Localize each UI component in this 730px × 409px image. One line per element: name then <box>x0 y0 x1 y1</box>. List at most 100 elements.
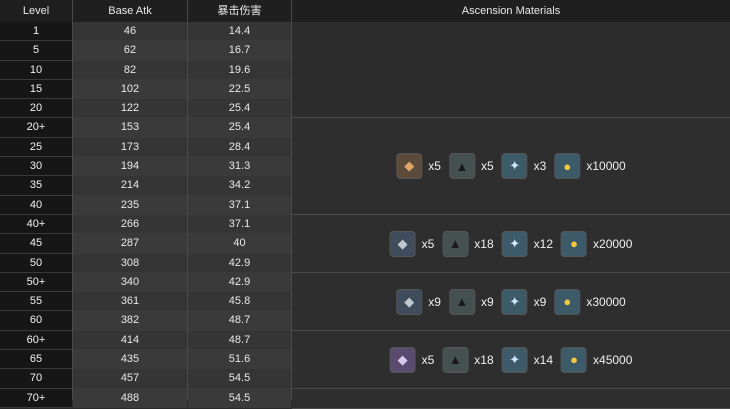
bronze-mask-icon: ◆ <box>396 153 423 179</box>
level-cell: 40 <box>0 195 72 215</box>
level-cell: 5 <box>0 41 72 61</box>
crit-dmg-cell: 54.5 <box>188 388 291 408</box>
crit-dmg-column: 14.4 16.7 19.6 22.5 25.4 25.4 28.4 31.3 34.2 37.1… <box>188 22 291 408</box>
level-cell: 50 <box>0 253 72 273</box>
ascension-block: ◆ x9 ▲ x9 ✦ x9 ● x30000 <box>292 273 730 331</box>
base-atk-cell: 173 <box>73 137 187 158</box>
crit-dmg-cell: 42.9 <box>188 272 291 293</box>
material-item[interactable]: ✦ x9 <box>501 288 547 315</box>
crit-dmg-cell: 54.5 <box>188 369 291 389</box>
material-item[interactable]: ● x20000 <box>561 230 633 257</box>
level-cell: 70+ <box>0 388 72 408</box>
level-cell: 45 <box>0 234 72 254</box>
material-quantity: x5 <box>421 352 435 367</box>
header-ascension: Ascension Materials <box>461 5 561 17</box>
blue-crystal-icon: ✦ <box>501 346 528 373</box>
level-cell: 35 <box>0 176 72 196</box>
crit-dmg-cell: 45.8 <box>188 292 291 312</box>
material-item[interactable]: ◆ x5 <box>396 153 441 179</box>
material-item[interactable]: ✦ x12 <box>501 230 554 257</box>
material-item[interactable]: ✦ x3 <box>501 153 547 179</box>
material-item[interactable]: ● x10000 <box>554 153 626 179</box>
crit-dmg-cell: 48.7 <box>188 330 291 351</box>
material-item[interactable]: ▲ x18 <box>442 230 494 257</box>
level-column: 1 5 10 15 20 20+ 25 30 35 40 40+ 45 50 50+ 55 60 60+ 65 70… <box>0 22 72 408</box>
crit-dmg-cell: 28.4 <box>188 137 291 158</box>
material-item[interactable]: ◆ x5 <box>389 346 435 373</box>
header-level: Level <box>22 5 50 17</box>
material-quantity: x10000 <box>586 159 626 173</box>
base-atk-cell: 488 <box>73 388 187 408</box>
level-cell: 70 <box>0 369 72 389</box>
ascension-block <box>292 22 730 118</box>
material-quantity: x30000 <box>586 294 626 309</box>
material-quantity: x3 <box>533 159 547 173</box>
black-feather-icon: ▲ <box>448 153 475 179</box>
crit-dmg-cell: 22.5 <box>188 79 291 100</box>
material-item[interactable]: ◆ x9 <box>396 288 441 315</box>
grey-mask-icon: ◆ <box>389 230 416 257</box>
base-atk-column: 46 62 82 102 122 153 173 194 214 235 266 287 308 340 3… <box>73 22 187 408</box>
base-atk-cell: 153 <box>73 118 187 138</box>
base-atk-cell: 82 <box>73 60 187 80</box>
black-feather-icon: ▲ <box>448 288 475 315</box>
crit-dmg-cell: 25.4 <box>188 118 291 138</box>
purple-mask-icon: ◆ <box>389 346 416 373</box>
level-cell: 15 <box>0 79 72 100</box>
blue-crystal-icon: ✦ <box>501 230 528 257</box>
material-item[interactable]: ● x45000 <box>561 346 632 373</box>
level-cell: 60 <box>0 311 72 331</box>
crit-dmg-cell: 40 <box>188 234 291 254</box>
mora-coin-icon: ● <box>561 346 588 373</box>
blue-crystal-icon: ✦ <box>501 153 528 179</box>
mora-coin-icon: ● <box>554 153 581 179</box>
ascension-block: ◆ x5 ▲ x18 ✦ x14 ● x45000 <box>292 331 730 389</box>
material-item[interactable]: ▲ x9 <box>448 288 494 315</box>
materials-list: ◆ x9 ▲ x9 ✦ x9 ● x30000 <box>392 288 629 315</box>
base-atk-cell: 266 <box>73 214 187 235</box>
material-item[interactable]: ▲ x5 <box>448 153 494 179</box>
ascension-block <box>292 389 730 409</box>
material-item[interactable]: ◆ x5 <box>389 230 434 257</box>
crit-dmg-cell: 16.7 <box>188 41 291 61</box>
material-quantity: x20000 <box>593 236 633 251</box>
mora-coin-icon: ● <box>561 230 588 257</box>
level-cell: 65 <box>0 350 72 370</box>
material-item[interactable]: ▲ x18 <box>442 346 494 373</box>
base-atk-cell: 46 <box>73 22 187 42</box>
base-atk-cell: 414 <box>73 330 187 351</box>
base-atk-cell: 340 <box>73 272 187 293</box>
mora-coin-icon: ● <box>554 288 581 315</box>
header-crit-dmg: 暴击伤害 <box>217 5 262 17</box>
black-feather-icon: ▲ <box>442 346 469 373</box>
material-quantity: x5 <box>480 159 494 173</box>
ascension-block: ◆ x5 ▲ x5 ✦ x3 ● x10000 <box>292 118 730 215</box>
crit-dmg-cell: 48.7 <box>188 311 291 331</box>
material-quantity: x18 <box>474 352 494 367</box>
material-quantity: x12 <box>533 236 554 251</box>
material-quantity: x9 <box>533 294 547 309</box>
divider <box>72 0 73 400</box>
crit-dmg-cell: 14.4 <box>188 22 291 42</box>
materials-list: ◆ x5 ▲ x18 ✦ x12 ● x20000 <box>386 230 637 257</box>
materials-list: ◆ x5 ▲ x18 ✦ x14 ● x45000 <box>386 346 637 373</box>
material-item[interactable]: ✦ x14 <box>501 346 553 373</box>
dark-mask-icon: ◆ <box>396 288 423 315</box>
crit-dmg-cell: 37.1 <box>188 195 291 215</box>
ascension-block: ◆ x5 ▲ x18 ✦ x12 ● x20000 <box>292 215 730 273</box>
crit-dmg-cell: 25.4 <box>188 99 291 119</box>
level-cell: 20 <box>0 99 72 119</box>
crit-dmg-cell: 42.9 <box>188 253 291 273</box>
material-quantity: x9 <box>428 294 441 309</box>
level-cell: 10 <box>0 60 72 80</box>
material-quantity: x9 <box>480 294 494 309</box>
level-cell: 40+ <box>0 214 72 235</box>
base-atk-cell: 457 <box>73 369 187 389</box>
crit-dmg-cell: 19.6 <box>188 60 291 80</box>
divider <box>187 0 188 400</box>
material-item[interactable]: ● x30000 <box>554 288 626 315</box>
blue-crystal-icon: ✦ <box>501 288 528 315</box>
crit-dmg-cell: 34.2 <box>188 176 291 196</box>
level-cell: 30 <box>0 157 72 177</box>
material-quantity: x5 <box>428 159 441 173</box>
